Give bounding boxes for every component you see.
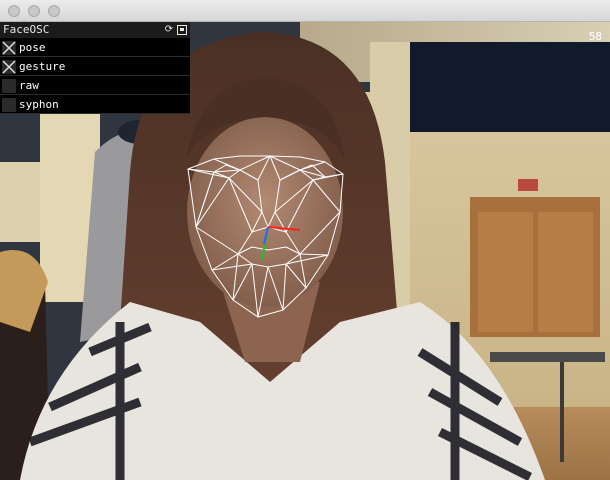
close-window-button[interactable] <box>8 5 20 17</box>
zoom-window-button[interactable] <box>48 5 60 17</box>
toggle-pose[interactable]: pose <box>0 39 190 57</box>
toggle-label-syphon: syphon <box>19 98 59 111</box>
window-titlebar[interactable] <box>0 0 610 22</box>
checkbox-raw[interactable] <box>2 78 16 93</box>
checkbox-pose[interactable] <box>2 40 16 55</box>
panel-title: FaceOSC <box>3 23 50 36</box>
table-leg <box>560 362 564 462</box>
save-icon[interactable] <box>177 25 187 35</box>
door-panel-left <box>478 212 533 332</box>
toggle-label-raw: raw <box>19 79 39 92</box>
faceosc-control-panel[interactable]: FaceOSC ⟳ pose gesture raw syphon <box>0 22 190 114</box>
checkbox-gesture[interactable] <box>2 59 16 74</box>
app-window: 58 FaceOSC ⟳ pose gesture raw syphon <box>0 0 610 480</box>
toggle-label-gesture: gesture <box>19 60 66 73</box>
toggle-label-pose: pose <box>19 41 46 54</box>
subject-face <box>187 117 343 307</box>
toggle-syphon[interactable]: syphon <box>0 96 190 114</box>
window-pane <box>410 42 610 132</box>
toggle-raw[interactable]: raw <box>0 77 190 95</box>
left-wall-panel <box>0 162 40 242</box>
refresh-icon[interactable]: ⟳ <box>164 25 174 35</box>
check-x-icon <box>2 59 16 74</box>
camera-viewport: 58 FaceOSC ⟳ pose gesture raw syphon <box>0 22 610 480</box>
toggle-gesture[interactable]: gesture <box>0 58 190 76</box>
folding-table <box>490 352 605 362</box>
exit-sign <box>518 179 538 191</box>
check-x-icon <box>2 40 16 55</box>
panel-header[interactable]: FaceOSC ⟳ <box>0 22 190 38</box>
checkbox-syphon[interactable] <box>2 97 16 112</box>
fps-counter: 58 <box>588 30 602 43</box>
minimize-window-button[interactable] <box>28 5 40 17</box>
door-panel-right <box>538 212 593 332</box>
